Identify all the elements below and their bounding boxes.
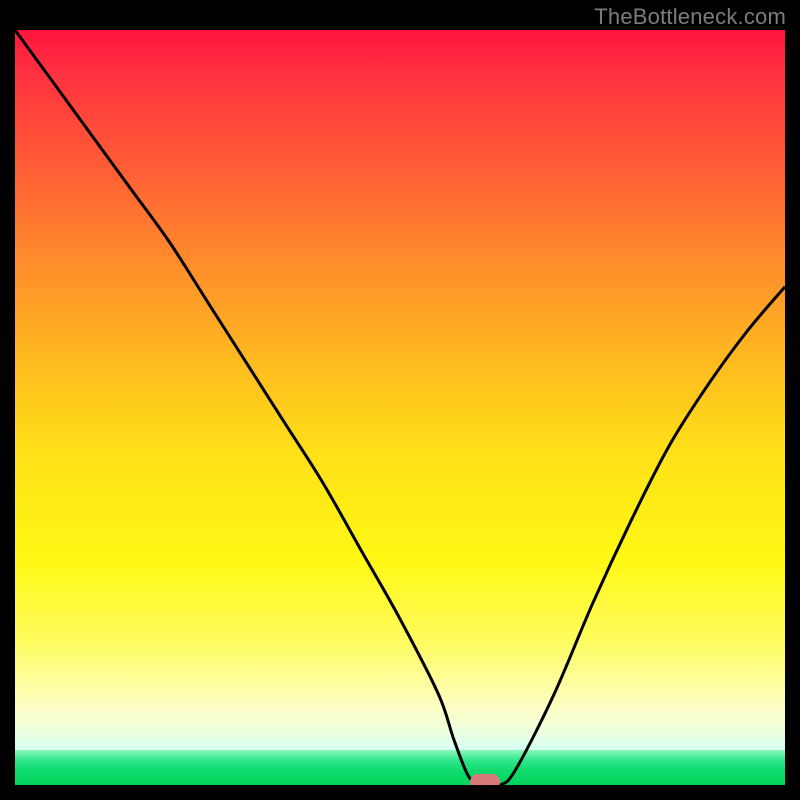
attribution-label: TheBottleneck.com <box>594 4 786 30</box>
curve-path <box>15 30 785 785</box>
chart-frame: TheBottleneck.com <box>0 0 800 800</box>
bottleneck-curve <box>15 30 785 785</box>
plot-area <box>15 30 785 785</box>
optimal-marker <box>470 774 500 785</box>
